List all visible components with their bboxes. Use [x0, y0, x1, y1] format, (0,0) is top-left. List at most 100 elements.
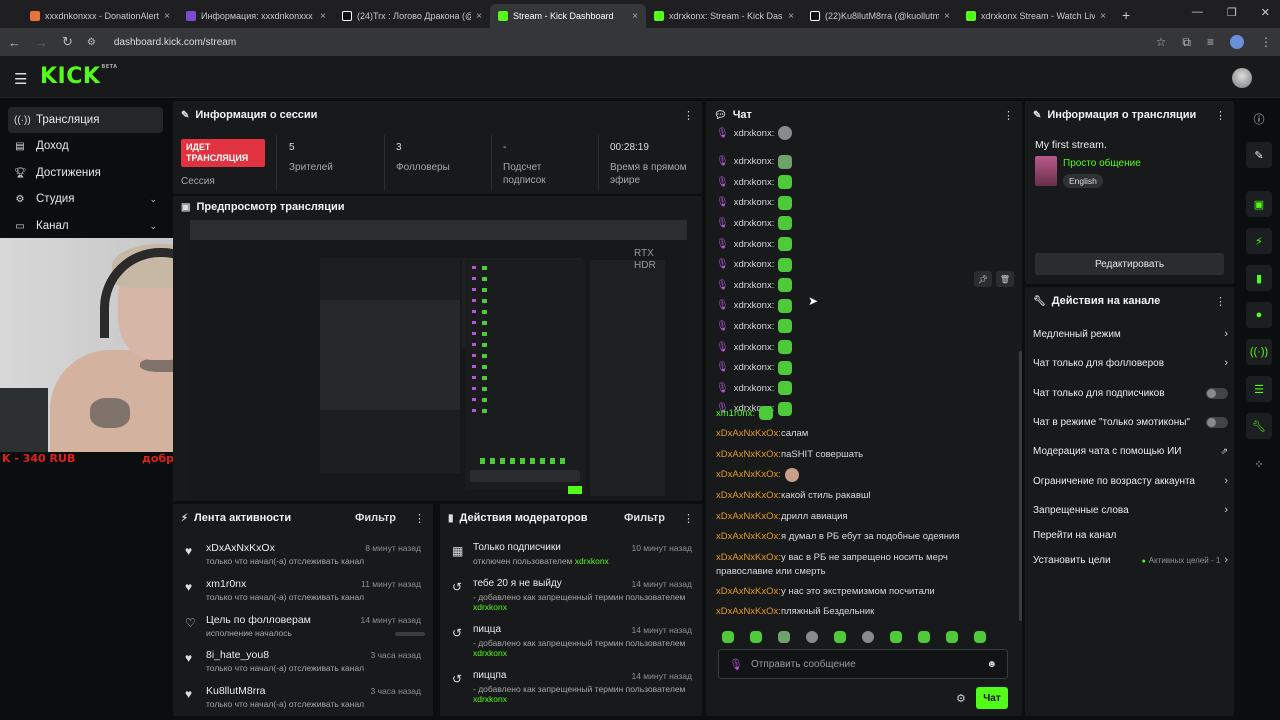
chat-username[interactable]: xdrxkonx:: [734, 156, 775, 167]
emote[interactable]: [834, 631, 846, 643]
site-info-icon[interactable]: ⚙: [87, 37, 96, 48]
frame-icon[interactable]: ▣: [1246, 191, 1272, 217]
chat-username[interactable]: xDxAxNxKxOx:: [716, 449, 781, 460]
action-slow-mode[interactable]: Медленный режим ›: [1033, 324, 1228, 344]
menu-dots-icon[interactable]: ⋮: [1260, 35, 1272, 49]
broadcast-icon[interactable]: ((·)): [1246, 339, 1272, 365]
hamburger-menu-icon[interactable]: ☰: [14, 70, 27, 88]
chat-username[interactable]: xdrxkonx:: [734, 197, 775, 208]
user-avatar[interactable]: [1232, 68, 1252, 88]
sidebar-item-channel[interactable]: ▭ Канал ⌄: [8, 213, 163, 239]
close-window-icon[interactable]: ✕: [1261, 6, 1270, 19]
new-tab-icon[interactable]: +: [1122, 7, 1130, 23]
chat-send-button[interactable]: Чат: [976, 687, 1008, 709]
more-icon[interactable]: ⋮: [1215, 109, 1226, 122]
forward-icon[interactable]: →: [35, 35, 48, 50]
action-banned-words[interactable]: Запрещенные слова ›: [1033, 500, 1228, 520]
more-icon[interactable]: ⋮: [683, 109, 694, 122]
chat-username[interactable]: xm1r0nx:: [716, 408, 755, 419]
subs-only-toggle[interactable]: [1206, 387, 1228, 399]
kick-logo[interactable]: KICKBETA: [40, 64, 118, 89]
action-subs-only[interactable]: Чат только для подписчиков: [1033, 383, 1228, 403]
browser-tab-active[interactable]: Stream - Kick Dashboard ×: [490, 4, 646, 28]
chat-username[interactable]: xDxAxNxKxOx:: [716, 428, 781, 439]
more-icon[interactable]: ⋮: [1215, 295, 1226, 308]
close-icon[interactable]: ×: [944, 11, 950, 22]
stream-category[interactable]: Просто общение: [1063, 158, 1141, 169]
emote[interactable]: [946, 631, 958, 643]
minimize-icon[interactable]: —: [1192, 6, 1203, 19]
browser-tab[interactable]: Информация: xxxdnkonxxx - ×: [178, 4, 334, 28]
chat-username[interactable]: xDxAxNxKxOx:: [716, 511, 781, 522]
sidebar-item-income[interactable]: ▤ Доход: [8, 133, 163, 159]
sidebar-item-achievements[interactable]: 🏆︎ Достижения: [8, 160, 163, 186]
chat-username[interactable]: xdrxkonx:: [734, 362, 775, 373]
chat-username[interactable]: xdrxkonx:: [734, 128, 775, 139]
sidebar-item-broadcast[interactable]: ((·)) Трансляция: [8, 107, 163, 133]
bolt-icon[interactable]: ⚡︎: [1246, 228, 1272, 254]
chat-username[interactable]: xDxAxNxKxOx:: [716, 490, 781, 501]
chat-bubble-icon[interactable]: ●: [1246, 302, 1272, 328]
chat-username[interactable]: xdrxkonx:: [734, 321, 775, 332]
action-go-to-channel[interactable]: Перейти на канал: [1033, 525, 1228, 545]
action-account-age[interactable]: Ограничение по возрасту аккаунта ›: [1033, 471, 1228, 491]
bookmark-star-icon[interactable]: ☆: [1156, 35, 1167, 49]
sidebar-item-studio[interactable]: ⚙ Студия ⌄: [8, 186, 163, 212]
sliders-icon[interactable]: ☰: [1246, 376, 1272, 402]
doc-icon[interactable]: ▮: [1246, 265, 1272, 291]
chat-username[interactable]: xdrxkonx:: [734, 383, 775, 394]
activity-user[interactable]: xDxAxNxKxOx: [206, 542, 275, 554]
pin-icon[interactable]: 📌︎: [974, 271, 992, 287]
close-icon[interactable]: ×: [632, 11, 638, 22]
extensions-icon[interactable]: ⧉: [1182, 35, 1191, 50]
edit-stream-button[interactable]: Редактировать: [1035, 253, 1224, 275]
more-icon[interactable]: ⋮: [1003, 109, 1014, 122]
emote[interactable]: [806, 631, 818, 643]
more-icon[interactable]: ⋮: [683, 512, 694, 525]
browser-tab[interactable]: (24)Trx : Логово Дракона (@ ×: [334, 4, 490, 28]
emote[interactable]: [890, 631, 902, 643]
chat-username[interactable]: xDxAxNxKxOx:: [716, 606, 781, 617]
browser-tab[interactable]: (22)Ku8llutM8rra (@kuollutm ×: [802, 4, 958, 28]
mod-user[interactable]: xdrxkonx: [473, 602, 507, 612]
close-icon[interactable]: ×: [1100, 11, 1106, 22]
emote[interactable]: [722, 631, 734, 643]
maximize-icon[interactable]: ❐: [1227, 6, 1237, 19]
chat-username[interactable]: xdrxkonx:: [734, 177, 775, 188]
action-set-goals[interactable]: Установить цели ● Активных целей - 1 ›: [1033, 550, 1228, 570]
action-emote-only[interactable]: Чат в режиме "только эмотиконы": [1033, 412, 1228, 432]
emote[interactable]: [778, 631, 790, 643]
chat-username[interactable]: xdrxkonx:: [734, 300, 775, 311]
chat-username[interactable]: xdrxkonx:: [734, 218, 775, 229]
activity-user[interactable]: Ku8llutM8rra: [206, 685, 266, 697]
chat-username[interactable]: xdrxkonx:: [734, 259, 775, 270]
info-icon[interactable]: ⓘ: [1246, 106, 1272, 132]
pencil-icon[interactable]: ✎: [1246, 142, 1272, 168]
close-icon[interactable]: ×: [164, 11, 170, 22]
activity-user[interactable]: xm1r0nx: [206, 578, 246, 590]
delete-icon[interactable]: 🗑︎: [996, 271, 1014, 287]
chat-username[interactable]: xdrxkonx:: [734, 280, 775, 291]
emote-only-toggle[interactable]: [1206, 416, 1228, 428]
action-followers-only[interactable]: Чат только для фолловеров ›: [1033, 353, 1228, 373]
mod-user[interactable]: xdrxkonx: [575, 556, 609, 566]
emote[interactable]: [918, 631, 930, 643]
chat-settings-gear-icon[interactable]: ⚙: [956, 692, 966, 705]
browser-tab[interactable]: xdrxkonx Stream - Watch Live ×: [958, 4, 1114, 28]
more-icon[interactable]: ⋮: [414, 512, 425, 525]
action-ai-moderation[interactable]: Модерация чата с помощью ИИ ⇗: [1033, 441, 1228, 461]
profile-avatar[interactable]: [1230, 35, 1244, 49]
browser-tab[interactable]: xxxdnkonxxx - DonationAlerts ×: [22, 4, 178, 28]
close-icon[interactable]: ×: [320, 11, 326, 22]
url-field[interactable]: dashboard.kick.com/stream: [114, 37, 236, 48]
chat-input[interactable]: 🎙︎ Отправить сообщение ☻: [718, 649, 1008, 679]
chat-username[interactable]: xdrxkonx:: [734, 239, 775, 250]
emote[interactable]: [974, 631, 986, 643]
stream-preview[interactable]: RTX HDR: [190, 220, 687, 500]
emoji-icon[interactable]: ☻: [986, 659, 997, 670]
activity-user[interactable]: 8i_hate_you8: [206, 649, 269, 661]
filter-button[interactable]: Фильтр: [355, 512, 396, 524]
mod-user[interactable]: xdrxkonx: [473, 648, 507, 658]
chat-username[interactable]: xDxAxNxKxOx:: [716, 586, 781, 597]
emote[interactable]: [862, 631, 874, 643]
